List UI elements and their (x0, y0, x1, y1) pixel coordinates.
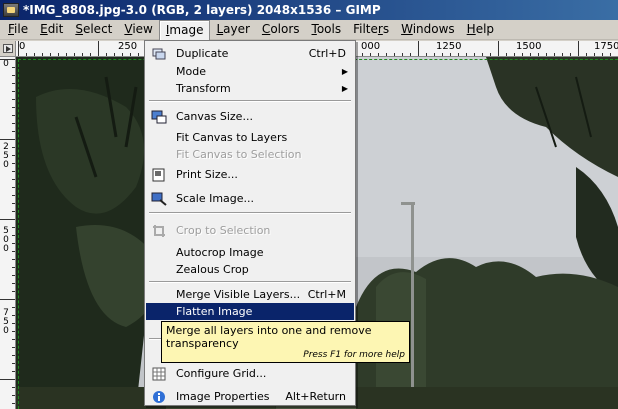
ruler-label: 0 (19, 41, 26, 52)
menu-item-merge-visible-layers[interactable]: Merge Visible Layers... Ctrl+M (146, 286, 354, 303)
quick-mask-toggle[interactable] (0, 41, 16, 57)
menu-item-autocrop-image[interactable]: Autocrop Image (146, 244, 354, 261)
submenu-arrow-icon: ▶ (341, 67, 348, 76)
gimp-app-icon (3, 3, 19, 17)
crop-icon (151, 224, 167, 238)
ruler-label: 500 (3, 226, 9, 254)
ruler-label: 1500 (516, 41, 542, 52)
menu-help[interactable]: Help (461, 20, 500, 39)
menu-item-fit-canvas-to-layers[interactable]: Fit Canvas to Layers (146, 129, 354, 146)
menu-item-transform[interactable]: Transform ▶ (146, 80, 354, 97)
ruler-tick (0, 219, 15, 220)
arrow-right-icon (3, 44, 13, 53)
ruler-tick (578, 41, 579, 56)
menu-view[interactable]: View (118, 20, 158, 39)
menu-item-image-properties[interactable]: Image Properties Alt+Return (146, 388, 354, 405)
menu-item-canvas-size[interactable]: Canvas Size... (146, 108, 354, 125)
ruler-label: 0 (3, 59, 9, 69)
info-icon (151, 390, 167, 404)
menu-file[interactable]: File (2, 20, 34, 39)
canvas-size-icon (151, 110, 167, 124)
menu-edit[interactable]: Edit (34, 20, 69, 39)
ruler-tick (0, 59, 15, 60)
menu-layer[interactable]: Layer (210, 20, 255, 39)
ruler-tick (418, 41, 419, 56)
ruler-tick (18, 41, 19, 56)
tooltip-text: Merge all layers into one and remove tra… (166, 324, 372, 350)
menu-separator (149, 281, 351, 283)
ruler-tick (0, 379, 15, 380)
menu-tools[interactable]: Tools (306, 20, 348, 39)
menu-item-fit-canvas-to-selection: Fit Canvas to Selection (176, 148, 302, 161)
ruler-tick (0, 299, 15, 300)
menu-colors[interactable]: Colors (256, 20, 306, 39)
ruler-label: 750 (3, 308, 9, 336)
ruler-label: 1750 (594, 41, 618, 52)
menu-item-zealous-crop[interactable]: Zealous Crop (146, 261, 354, 278)
menu-item-print-size[interactable]: Print Size... (146, 166, 354, 183)
ruler-label: 250 (3, 142, 9, 170)
menu-item-flatten-image[interactable]: Flatten Image (146, 303, 354, 320)
print-size-icon (151, 168, 167, 182)
ruler-label: 1250 (436, 41, 462, 52)
menu-image[interactable]: Image (158, 19, 211, 40)
menu-select[interactable]: Select (69, 20, 118, 39)
ruler-label: 000 (361, 41, 381, 52)
ruler-tick (0, 139, 15, 140)
menu-separator (149, 212, 351, 214)
menu-bar: File Edit Select View Image Layer Colors… (0, 19, 618, 40)
ruler-label: 250 (118, 41, 138, 52)
ruler-tick (98, 41, 99, 56)
vertical-ruler[interactable]: 0 250 500 750 (0, 57, 16, 409)
tooltip: Merge all layers into one and remove tra… (161, 321, 410, 363)
scale-image-icon (151, 192, 167, 206)
menu-item-configure-grid[interactable]: Configure Grid... (146, 365, 354, 382)
menu-separator (149, 100, 351, 102)
window-title-bar[interactable]: *IMG_8808.jpg-3.0 (RGB, 2 layers) 2048x1… (0, 0, 618, 20)
ruler-tick (498, 41, 499, 56)
menu-item-duplicate[interactable]: Duplicate Ctrl+D (146, 45, 354, 62)
submenu-arrow-icon: ▶ (341, 84, 348, 93)
duplicate-icon (151, 47, 167, 61)
menu-filters[interactable]: Filters (347, 20, 395, 39)
window-title: *IMG_8808.jpg-3.0 (RGB, 2 layers) 2048x1… (23, 3, 381, 17)
tooltip-hint: Press F1 for more help (303, 350, 405, 360)
menu-item-crop-to-selection: Crop to Selection (146, 222, 354, 239)
grid-icon (151, 367, 167, 381)
menu-item-scale-image[interactable]: Scale Image... (146, 190, 354, 207)
menu-windows[interactable]: Windows (395, 20, 461, 39)
menu-item-mode[interactable]: Mode ▶ (146, 63, 354, 80)
